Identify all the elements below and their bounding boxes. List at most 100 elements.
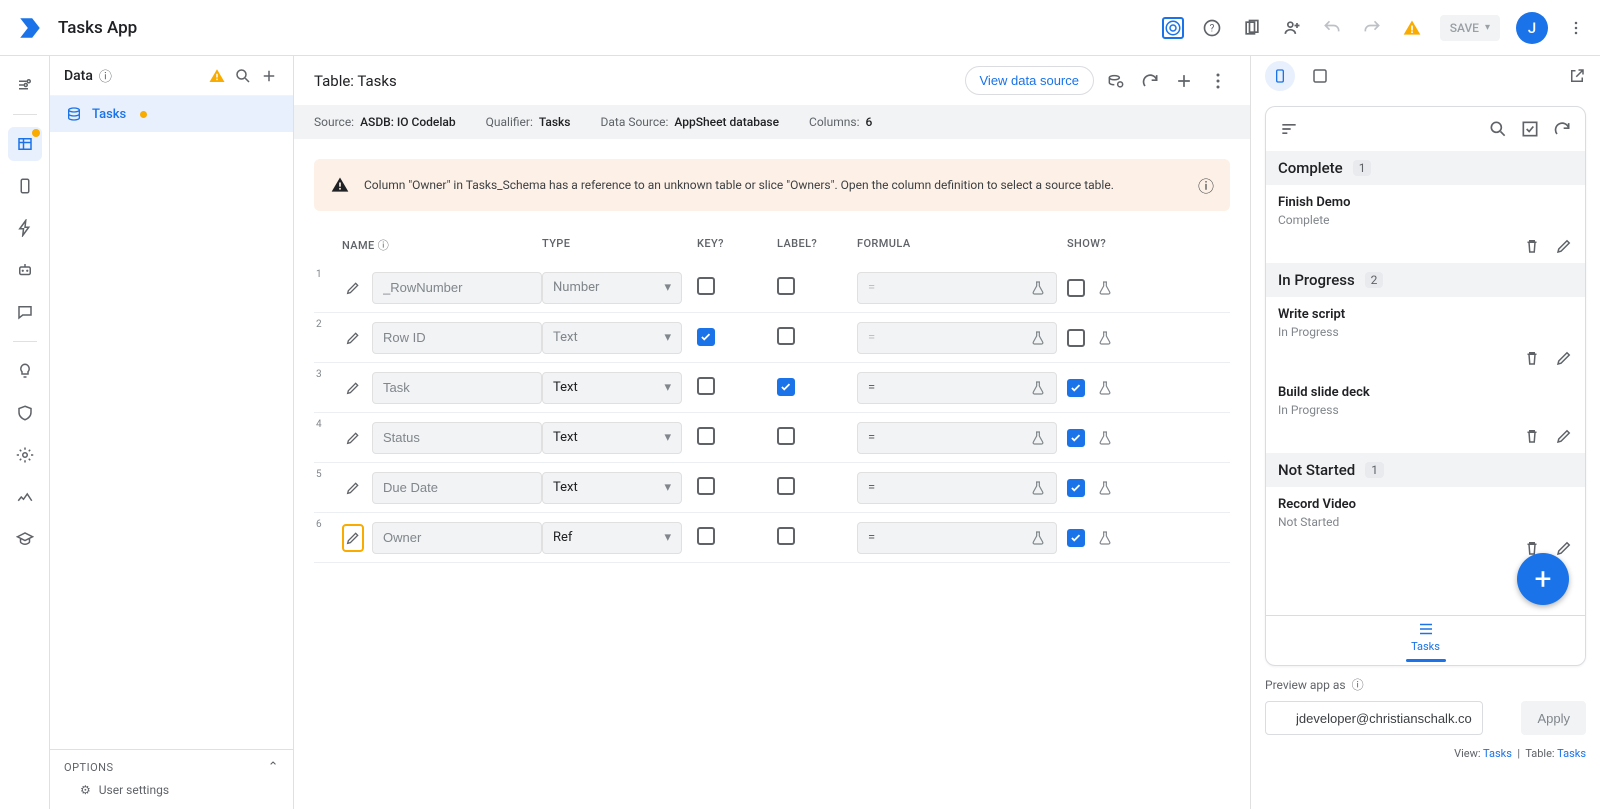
- help-icon[interactable]: ?: [1200, 16, 1224, 40]
- user-settings-item[interactable]: ⚙ User settings: [50, 775, 293, 809]
- column-type-select[interactable]: Text▾: [542, 472, 682, 504]
- nav-chat-icon[interactable]: [8, 295, 42, 329]
- label-checkbox[interactable]: [777, 378, 795, 396]
- apply-button[interactable]: Apply: [1521, 701, 1586, 735]
- flask-icon[interactable]: [1097, 480, 1113, 496]
- table-item-tasks[interactable]: Tasks: [50, 96, 293, 132]
- delete-icon[interactable]: [1523, 349, 1541, 367]
- regenerate-icon[interactable]: [1104, 69, 1128, 93]
- show-checkbox[interactable]: [1067, 379, 1085, 397]
- info-icon[interactable]: ⓘ: [1352, 676, 1364, 693]
- fab-add-button[interactable]: +: [1517, 553, 1569, 605]
- show-checkbox[interactable]: [1067, 429, 1085, 447]
- formula-input[interactable]: =: [857, 472, 1057, 504]
- add-column-icon[interactable]: [1172, 69, 1196, 93]
- redo-icon[interactable]: [1360, 16, 1384, 40]
- delete-icon[interactable]: [1523, 237, 1541, 255]
- data-warning-icon[interactable]: [207, 66, 227, 86]
- task-card[interactable]: Build slide deckIn Progress: [1266, 375, 1585, 423]
- flask-icon[interactable]: [1097, 280, 1113, 296]
- nav-settings-icon[interactable]: [8, 438, 42, 472]
- preview-email-input[interactable]: [1265, 701, 1483, 735]
- nav-monitor-icon[interactable]: [8, 480, 42, 514]
- key-checkbox[interactable]: [697, 328, 715, 346]
- copy-icon[interactable]: [1240, 16, 1264, 40]
- key-checkbox[interactable]: [697, 527, 715, 545]
- add-table-icon[interactable]: [259, 66, 279, 86]
- label-checkbox[interactable]: [777, 277, 795, 295]
- kebab-menu-icon[interactable]: [1206, 69, 1230, 93]
- edit-column-button[interactable]: [342, 524, 364, 552]
- flask-icon[interactable]: [1097, 430, 1113, 446]
- view-data-source-button[interactable]: View data source: [965, 66, 1095, 95]
- column-name-input[interactable]: [372, 522, 542, 554]
- save-button[interactable]: SAVE▾: [1440, 15, 1500, 41]
- delete-icon[interactable]: [1523, 427, 1541, 445]
- edit-icon[interactable]: [1555, 427, 1573, 445]
- flask-icon[interactable]: [1097, 380, 1113, 396]
- key-checkbox[interactable]: [697, 477, 715, 495]
- task-card[interactable]: Write scriptIn Progress: [1266, 297, 1585, 345]
- formula-input[interactable]: =: [857, 372, 1057, 404]
- column-name-input[interactable]: [372, 322, 542, 354]
- show-checkbox[interactable]: [1067, 529, 1085, 547]
- warning-icon[interactable]: [1400, 16, 1424, 40]
- nav-security-icon[interactable]: [8, 396, 42, 430]
- flask-icon[interactable]: [1097, 330, 1113, 346]
- edit-icon[interactable]: [1555, 349, 1573, 367]
- undo-icon[interactable]: [1320, 16, 1344, 40]
- options-label[interactable]: OPTIONS: [64, 761, 114, 774]
- refresh-icon[interactable]: [1138, 69, 1162, 93]
- show-checkbox[interactable]: [1067, 479, 1085, 497]
- nav-automation-icon[interactable]: [8, 211, 42, 245]
- table-link[interactable]: Tasks: [1557, 747, 1586, 760]
- user-avatar[interactable]: J: [1516, 12, 1548, 44]
- column-type-select[interactable]: Ref▾: [542, 522, 682, 554]
- edit-column-button[interactable]: [342, 374, 364, 402]
- kebab-menu-icon[interactable]: [1564, 16, 1588, 40]
- edit-icon[interactable]: [1555, 237, 1573, 255]
- nav-data-icon[interactable]: [8, 127, 42, 161]
- key-checkbox[interactable]: [697, 427, 715, 445]
- chevron-up-icon[interactable]: ⌃: [268, 760, 279, 775]
- device-tablet-icon[interactable]: [1305, 61, 1335, 91]
- nav-education-icon[interactable]: [8, 522, 42, 556]
- group-header[interactable]: Not Started1: [1266, 453, 1585, 487]
- info-icon[interactable]: ⓘ: [99, 66, 112, 85]
- column-name-input[interactable]: [372, 372, 542, 404]
- column-name-input[interactable]: [372, 422, 542, 454]
- task-card[interactable]: Record VideoNot Started: [1266, 487, 1585, 535]
- select-icon[interactable]: [1519, 118, 1541, 140]
- show-checkbox[interactable]: [1067, 279, 1085, 297]
- preview-icon[interactable]: [1162, 17, 1184, 39]
- add-user-icon[interactable]: [1280, 16, 1304, 40]
- formula-input[interactable]: =: [857, 322, 1057, 354]
- label-checkbox[interactable]: [777, 327, 795, 345]
- sync-icon[interactable]: [1551, 118, 1573, 140]
- nav-robot-icon[interactable]: [8, 253, 42, 287]
- label-checkbox[interactable]: [777, 527, 795, 545]
- column-name-input[interactable]: [372, 472, 542, 504]
- edit-column-button[interactable]: [342, 274, 364, 302]
- nav-tune-icon[interactable]: [8, 68, 42, 102]
- key-checkbox[interactable]: [697, 377, 715, 395]
- group-header[interactable]: Complete1: [1266, 151, 1585, 185]
- formula-input[interactable]: =: [857, 522, 1057, 554]
- edit-column-button[interactable]: [342, 324, 364, 352]
- group-header[interactable]: In Progress2: [1266, 263, 1585, 297]
- formula-input[interactable]: =: [857, 422, 1057, 454]
- column-type-select[interactable]: Text▾: [542, 422, 682, 454]
- column-type-select[interactable]: Number▾: [542, 272, 682, 304]
- task-card[interactable]: Finish DemoComplete: [1266, 185, 1585, 233]
- search-icon[interactable]: [233, 66, 253, 86]
- info-icon[interactable]: ⓘ: [378, 239, 389, 252]
- nav-idea-icon[interactable]: [8, 354, 42, 388]
- bottom-nav[interactable]: Tasks: [1266, 615, 1585, 665]
- show-checkbox[interactable]: [1067, 329, 1085, 347]
- sort-icon[interactable]: [1278, 118, 1300, 140]
- column-type-select[interactable]: Text▾: [542, 322, 682, 354]
- edit-icon[interactable]: [1555, 539, 1573, 557]
- search-icon[interactable]: [1487, 118, 1509, 140]
- label-checkbox[interactable]: [777, 477, 795, 495]
- label-checkbox[interactable]: [777, 427, 795, 445]
